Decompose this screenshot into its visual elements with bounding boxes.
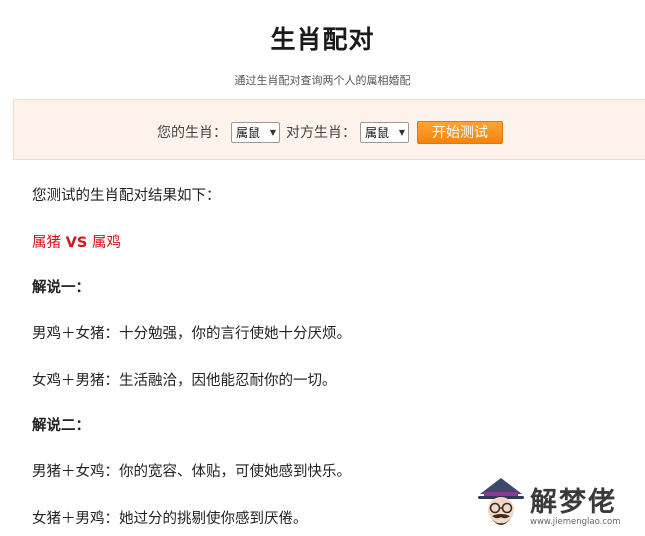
result-pair-title: 属猪 VS 属鸡 xyxy=(32,231,121,252)
section1-title: 解说一： xyxy=(32,280,90,296)
chevron-down-icon: ▼ xyxy=(269,127,276,137)
start-test-button[interactable]: 开始测试 xyxy=(417,120,503,144)
page-subtitle: 通过生肖配对查询两个人的属相婚配 xyxy=(234,74,411,87)
page-title: 生肖配对 xyxy=(270,25,375,54)
watermark: 解梦佬 www.jiemenglao.com xyxy=(474,472,645,536)
other-zodiac-label: 对方生肖： xyxy=(286,125,356,141)
zodiac-form-panel: 您的生肖： 属鼠 ▼ 对方生肖： 属鼠 ▼ 开始测试 xyxy=(13,99,645,160)
pair-left-zodiac: 属猪 xyxy=(32,235,61,251)
watermark-url: www.jiemenglao.com xyxy=(530,517,621,527)
zodiac-form-row: 您的生肖： 属鼠 ▼ 对方生肖： 属鼠 ▼ 开始测试 xyxy=(157,120,503,144)
watermark-brand: 解梦佬 xyxy=(530,487,617,518)
pair-vs: VS xyxy=(65,235,88,251)
your-zodiac-label: 您的生肖： xyxy=(157,125,227,141)
your-zodiac-select[interactable]: 属鼠 ▼ xyxy=(231,121,280,143)
your-zodiac-selected-value: 属鼠 xyxy=(236,125,261,140)
other-zodiac-selected-value: 属鼠 xyxy=(365,125,390,140)
section2-line2: 女猪＋男鸡：她过分的挑剔使你感到厌倦。 xyxy=(32,511,308,527)
other-zodiac-select[interactable]: 属鼠 ▼ xyxy=(360,121,409,143)
chevron-down-icon: ▼ xyxy=(398,127,405,137)
result-intro: 您测试的生肖配对结果如下： xyxy=(32,188,221,204)
pair-right-zodiac: 属鸡 xyxy=(91,235,121,251)
section2-title: 解说二： xyxy=(32,418,90,434)
detective-mascot-icon xyxy=(478,478,524,525)
section1-line1: 男鸡＋女猪：十分勉强，你的言行使她十分厌烦。 xyxy=(32,326,351,342)
section1-line2: 女鸡＋男猪：生活融洽，因他能忍耐你的一切。 xyxy=(32,373,337,389)
section2-line1: 男猪＋女鸡：你的宽容、体贴，可使她感到快乐。 xyxy=(32,464,351,480)
